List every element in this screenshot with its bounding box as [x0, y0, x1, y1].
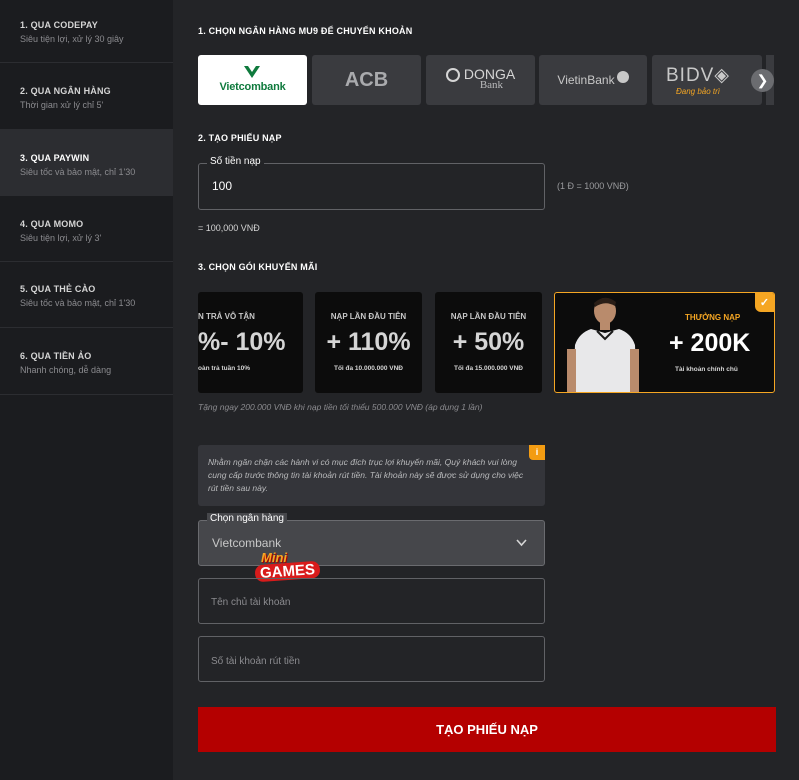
promo-value: + 110% — [326, 328, 411, 356]
sidebar-item-crypto[interactable]: 6. QUA TIỀN ẢO Nhanh chóng, dễ dàng — [0, 328, 173, 395]
promo-footer: Tối đa 15.000.000 VNĐ — [453, 365, 523, 372]
promo-card-first-50[interactable]: NẠP LẦN ĐẦU TIÊN + 50% Tối đa 15.000.000… — [435, 292, 542, 393]
promo-heading: N TRẢ VÔ TẬN — [198, 312, 255, 321]
sidebar-item-title: 1. QUA CODEPAY — [20, 20, 98, 30]
verify-info-box: Nhằm ngăn chặn các hành vi có mục đích t… — [198, 445, 545, 506]
sidebar-item-subtitle: Siêu tốc và bảo mật, chỉ 1'30 — [20, 298, 136, 308]
promo-heading: NẠP LẦN ĐẦU TIÊN — [330, 312, 407, 321]
sidebar-item-subtitle: Thời gian xử lý chỉ 5' — [20, 100, 104, 110]
bank-option-vietcombank[interactable]: Vietcombank — [198, 55, 307, 105]
promo-value: + 50% — [452, 328, 525, 356]
amount-value: 100 — [212, 179, 233, 193]
bank-option-donga[interactable]: DONGA Bank — [426, 55, 535, 105]
sidebar-item-title: 5. QUA THẺ CÀO — [20, 284, 96, 294]
selected-check-icon: ✓ — [755, 293, 774, 312]
sidebar-item-title: 6. QUA TIỀN ẢO — [20, 351, 92, 361]
account-number-placeholder: Số tài khoản rút tiền — [211, 656, 300, 667]
promo-note: Tặng ngay 200.000 VNĐ khi nạp tiền tối t… — [198, 402, 483, 412]
sidebar-item-subtitle: Siêu tiện lợi, xử lý 3' — [20, 233, 102, 243]
bank-name: Vietcombank — [219, 81, 286, 93]
bank-option-acb[interactable]: ACB — [312, 55, 421, 105]
bank-section-title: 1. CHỌN NGÂN HÀNG MU9 ĐỂ CHUYỂN KHOẢN — [198, 26, 413, 36]
bank-maintenance-status: Đang bảo trì — [675, 87, 721, 96]
bank-option-bidv[interactable]: BIDV◈ Đang bảo trì — [652, 55, 762, 105]
next-bank-arrow-icon[interactable]: ❯ — [751, 69, 774, 92]
sidebar-item-title: 4. QUA MOMO — [20, 219, 84, 229]
promo-value: + 200K — [669, 329, 751, 357]
payment-method-sidebar: 1. QUA CODEPAY Siêu tiện lợi, xử lý 30 g… — [0, 0, 173, 780]
bidv-logo-icon: ◈ — [714, 65, 730, 86]
info-icon: i — [529, 445, 545, 460]
promo-footer: Tài khoản chính chủ — [675, 366, 738, 373]
account-number-input[interactable]: Số tài khoản rút tiền — [198, 636, 545, 682]
promo-heading: THƯỞNG NẠP — [685, 313, 741, 322]
promo-footer: oàn trả tuần 10% — [198, 365, 251, 372]
converted-amount: = 100,000 VNĐ — [198, 223, 260, 233]
promo-heading: NẠP LẦN ĐẦU TIÊN — [450, 312, 527, 321]
promo-footer: Tối đa 10.000.000 VNĐ — [333, 365, 403, 372]
bank-name: BIDV — [666, 65, 715, 86]
sidebar-item-subtitle: Siêu tiện lợi, xử lý 30 giây — [20, 34, 124, 44]
promo-section-title: 3. CHỌN GÓI KHUYẾN MÃI — [198, 262, 318, 272]
verify-info-text: Nhằm ngăn chặn các hành vi có mục đích t… — [208, 457, 524, 493]
account-holder-placeholder: Tên chủ tài khoản — [211, 597, 291, 608]
bank-name: VietinBank — [557, 73, 615, 87]
sidebar-item-subtitle: Nhanh chóng, dễ dàng — [20, 365, 112, 375]
donga-logo-icon — [445, 68, 460, 82]
sidebar-item-subtitle: Siêu tốc và bảo mật, chỉ 1'30 — [20, 167, 136, 177]
sidebar-item-momo[interactable]: 4. QUA MOMO Siêu tiện lợi, xử lý 3' — [0, 196, 173, 262]
promo-card-bonus-200k[interactable]: THƯỞNG NẠP + 200K Tài khoản chính chủ ✓ — [554, 292, 775, 393]
bank-option-vietinbank[interactable]: VietinBank — [539, 55, 647, 105]
sidebar-item-title: 2. QUA NGÂN HÀNG — [20, 86, 111, 96]
deposit-section-title: 2. TẠO PHIẾU NẠP — [198, 133, 282, 143]
sidebar-item-card[interactable]: 5. QUA THẺ CÀO Siêu tốc và bảo mật, chỉ … — [0, 262, 173, 328]
amount-label: Số tiền nạp — [207, 156, 264, 167]
rate-note: (1 Đ = 1000 VNĐ) — [557, 181, 629, 191]
vietinbank-logo-icon — [616, 71, 629, 83]
create-deposit-button[interactable]: TẠO PHIẾU NẠP — [198, 707, 776, 752]
withdraw-bank-label: Chọn ngân hàng — [207, 513, 287, 524]
promo-card-first-110[interactable]: NẠP LẦN ĐẦU TIÊN + 110% Tối đa 10.000.00… — [315, 292, 422, 393]
account-holder-input[interactable]: Tên chủ tài khoản — [198, 578, 545, 624]
promo-value: %- 10% — [198, 328, 286, 356]
sidebar-item-title: 3. QUA PAYWIN — [20, 153, 90, 163]
sidebar-item-bank[interactable]: 2. QUA NGÂN HÀNG Thời gian xử lý chỉ 5' — [0, 63, 173, 130]
bank-name: ACB — [344, 68, 389, 91]
chevron-down-icon — [516, 539, 527, 547]
sidebar-item-codepay[interactable]: 1. QUA CODEPAY Siêu tiện lợi, xử lý 30 g… — [0, 0, 173, 63]
amount-field[interactable]: 100 — [198, 163, 545, 210]
promo-card-cashback[interactable]: N TRẢ VÔ TẬN %- 10% oàn trả tuần 10% — [198, 292, 303, 393]
sidebar-item-paywin[interactable]: 3. QUA PAYWIN Siêu tốc và bảo mật, chỉ 1… — [0, 130, 173, 196]
vietcombank-logo-icon — [244, 66, 260, 78]
